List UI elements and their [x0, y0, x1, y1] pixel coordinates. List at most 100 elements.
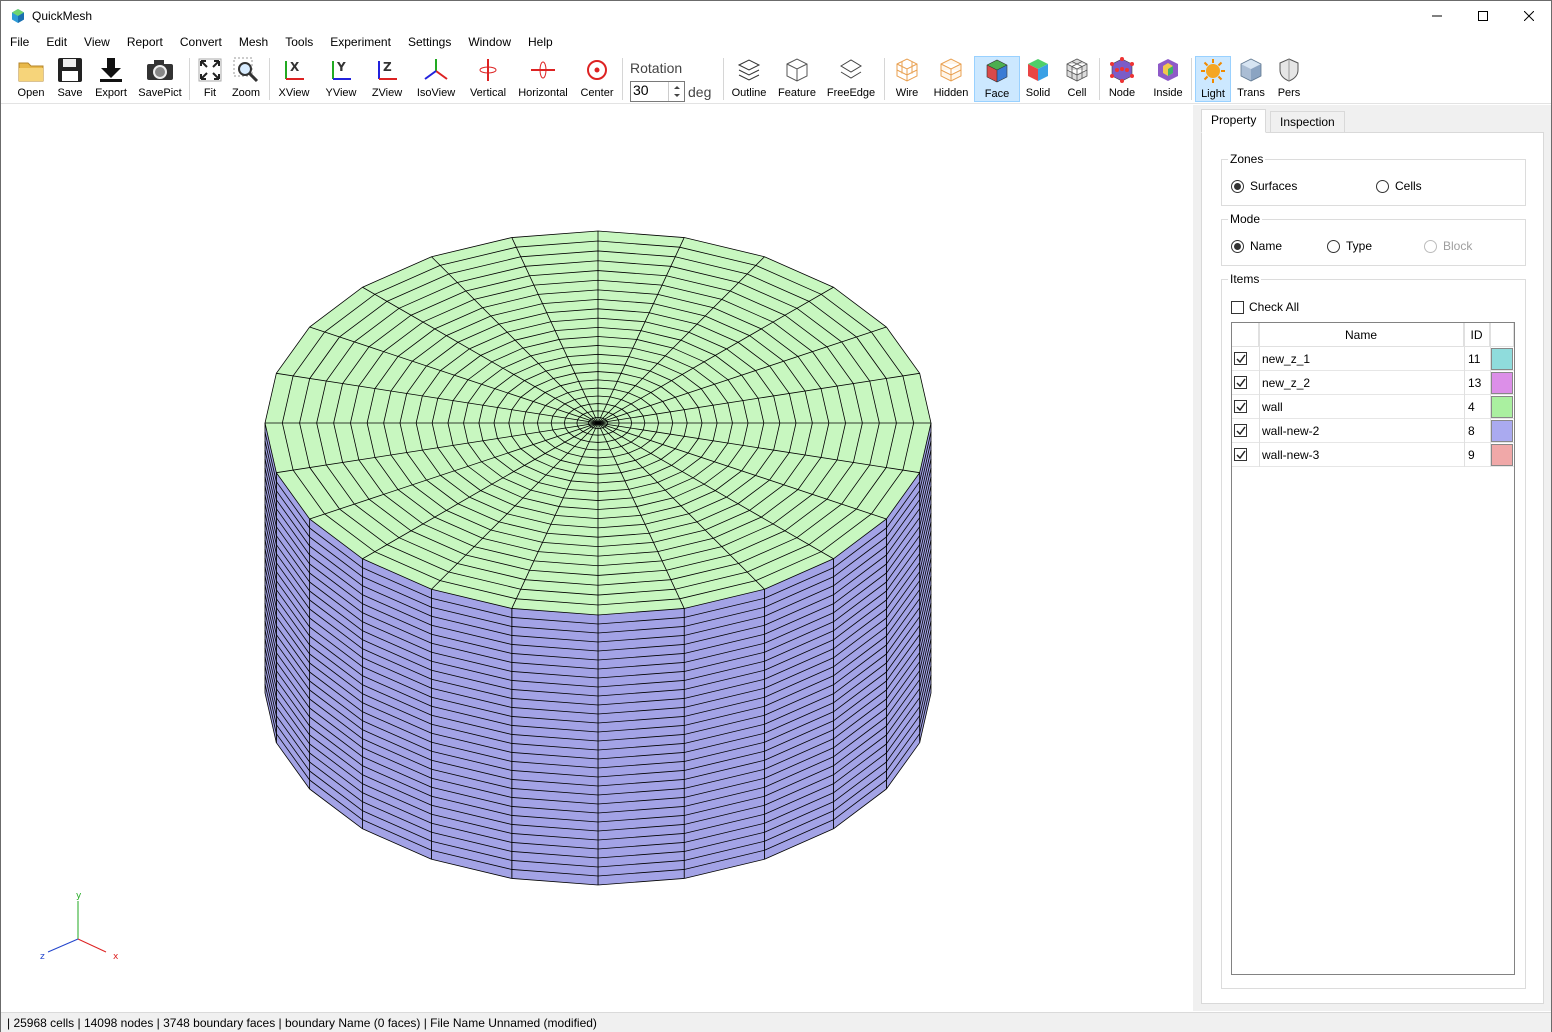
trans-button[interactable]: Trans — [1233, 56, 1269, 102]
light-button[interactable]: Light — [1195, 56, 1231, 102]
tab-inspection[interactable]: Inspection — [1270, 111, 1345, 133]
xview-button[interactable]: X XView — [275, 56, 313, 102]
menu-settings[interactable]: Settings — [399, 32, 459, 53]
wire-button[interactable]: Wire — [889, 56, 925, 102]
outline-button[interactable]: Outline — [729, 56, 769, 102]
radio-cells-label: Cells — [1395, 179, 1422, 193]
check-all-label: Check All — [1249, 300, 1300, 314]
mesh-viewport[interactable]: y x z — [2, 105, 1192, 1011]
camera-icon — [147, 60, 173, 80]
pers-button[interactable]: Pers — [1273, 56, 1305, 102]
row-color-swatch[interactable] — [1491, 396, 1513, 418]
solid-button[interactable]: Solid — [1021, 56, 1055, 102]
fit-button[interactable]: Fit — [195, 56, 225, 102]
open-button[interactable]: Open — [11, 56, 51, 102]
close-icon — [1524, 11, 1534, 21]
status-bar: | 25968 cells | 14098 nodes | 3748 bound… — [1, 1012, 1551, 1032]
y-axis-view-icon: Y — [332, 60, 351, 80]
isometric-view-icon — [424, 59, 448, 80]
radio-type[interactable]: Type — [1327, 239, 1372, 253]
axis-triad-icon: y x z — [40, 891, 119, 962]
radio-surfaces-label: Surfaces — [1250, 179, 1298, 193]
axis-x-label: x — [113, 952, 119, 962]
menu-report[interactable]: Report — [118, 32, 171, 53]
checkmark-icon — [1236, 450, 1246, 460]
savepict-button[interactable]: SavePict — [137, 56, 183, 102]
close-button[interactable] — [1506, 1, 1552, 31]
row-name: wall — [1262, 400, 1283, 414]
maximize-icon — [1478, 11, 1488, 21]
table-row[interactable]: wall 4 — [1232, 395, 1514, 419]
horizontal-label: Horizontal — [518, 87, 568, 99]
svg-text:X: X — [290, 60, 300, 74]
yview-button[interactable]: Y YView — [321, 56, 361, 102]
perspective-shield-icon — [1279, 58, 1299, 82]
rotation-spinner[interactable] — [668, 82, 684, 101]
feature-edges-icon — [786, 58, 808, 82]
menu-experiment[interactable]: Experiment — [321, 32, 399, 53]
tab-property[interactable]: Property — [1201, 109, 1267, 133]
table-row[interactable]: wall-new-3 9 — [1232, 443, 1514, 467]
maximize-button[interactable] — [1460, 1, 1506, 31]
row-id: 9 — [1468, 448, 1475, 462]
row-color-swatch[interactable] — [1491, 444, 1513, 466]
table-row[interactable]: new_z_2 13 — [1232, 371, 1514, 395]
row-checkbox[interactable] — [1234, 400, 1247, 413]
feature-button[interactable]: Feature — [775, 56, 819, 102]
inside-button[interactable]: Inside — [1149, 56, 1187, 102]
trans-label: Trans — [1237, 87, 1265, 99]
magnifier-icon — [233, 57, 259, 83]
export-label: Export — [95, 87, 127, 99]
zoom-button[interactable]: Zoom — [229, 56, 263, 102]
vertical-button[interactable]: Vertical — [466, 56, 510, 102]
save-button[interactable]: Save — [51, 56, 89, 102]
row-checkbox[interactable] — [1234, 376, 1247, 389]
hidden-button[interactable]: Hidden — [931, 56, 971, 102]
freeedge-button[interactable]: FreeEdge — [825, 56, 877, 102]
table-row[interactable]: wall-new-2 8 — [1232, 419, 1514, 443]
axis-z-label: z — [40, 952, 45, 962]
row-checkbox[interactable] — [1234, 424, 1247, 437]
radio-cells[interactable]: Cells — [1376, 179, 1422, 193]
radio-surfaces[interactable]: Surfaces — [1231, 179, 1297, 193]
zview-button[interactable]: Z ZView — [367, 56, 407, 102]
menu-tools[interactable]: Tools — [276, 32, 321, 53]
menu-edit[interactable]: Edit — [37, 32, 75, 53]
node-button[interactable]: Node — [1105, 56, 1139, 102]
hidden-line-icon — [940, 58, 962, 82]
row-color-swatch[interactable] — [1491, 420, 1513, 442]
menu-file[interactable]: File — [1, 32, 37, 53]
menu-convert[interactable]: Convert — [171, 32, 230, 53]
zones-title: Zones — [1228, 152, 1266, 166]
row-color-swatch[interactable] — [1491, 348, 1513, 370]
table-row[interactable]: new_z_1 11 — [1232, 347, 1514, 371]
zview-label: ZView — [371, 87, 403, 99]
isoview-button[interactable]: IsoView — [414, 56, 458, 102]
row-color-swatch[interactable] — [1491, 372, 1513, 394]
menu-window[interactable]: Window — [459, 32, 519, 53]
menu-mesh[interactable]: Mesh — [230, 32, 276, 53]
table-header-name[interactable]: Name — [1259, 323, 1464, 347]
cell-grid-icon — [1066, 58, 1088, 82]
inside-label: Inside — [1153, 87, 1183, 99]
row-checkbox[interactable] — [1234, 448, 1247, 461]
row-checkbox[interactable] — [1234, 352, 1247, 365]
radio-name[interactable]: Name — [1231, 239, 1282, 253]
menu-view[interactable]: View — [75, 32, 118, 53]
app-window: QuickMesh File Edit View Report Convert … — [0, 0, 1552, 1032]
menu-help[interactable]: Help — [519, 32, 561, 53]
check-all-checkbox[interactable]: Check All — [1231, 300, 1299, 314]
face-button[interactable]: Face — [974, 56, 1020, 102]
row-name: new_z_1 — [1262, 352, 1311, 366]
zoom-label: Zoom — [231, 87, 261, 99]
cell-button[interactable]: Cell — [1061, 56, 1093, 102]
minimize-button[interactable] — [1414, 1, 1460, 31]
table-header-id[interactable]: ID — [1464, 323, 1490, 347]
export-button[interactable]: Export — [91, 56, 131, 102]
horizontal-button[interactable]: Horizontal — [515, 56, 571, 102]
center-button[interactable]: Center — [577, 56, 617, 102]
title-bar: QuickMesh — [1, 1, 1551, 31]
inside-view-icon — [1158, 59, 1178, 81]
row-id: 4 — [1468, 400, 1475, 414]
radio-block: Block — [1424, 239, 1472, 253]
